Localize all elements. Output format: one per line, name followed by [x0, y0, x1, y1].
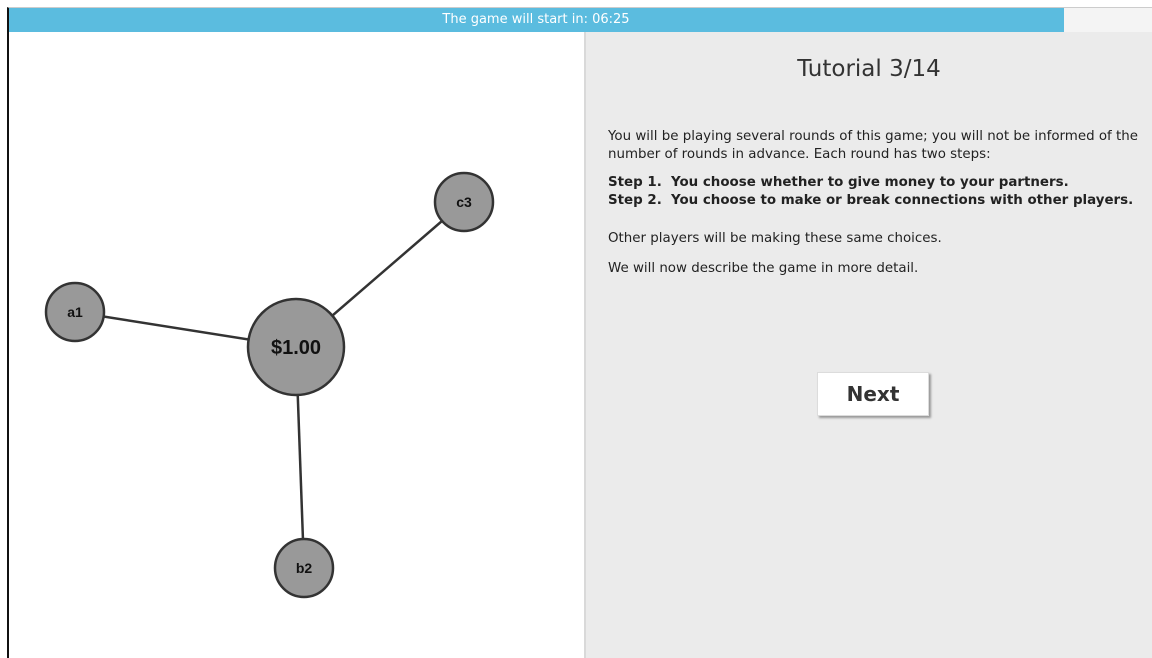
- tutorial-intro: You will be playing several rounds of th…: [608, 129, 1138, 162]
- tutorial-title: Tutorial 3/14: [797, 56, 941, 82]
- tutorial-panel: Tutorial 3/14 You will be playing severa…: [586, 32, 1152, 658]
- step-text: You choose whether to give money to your…: [671, 175, 1069, 190]
- node-a1-label: a1: [67, 304, 83, 320]
- network-graph: $1.00 a1 c3 b2: [9, 32, 584, 658]
- node-center[interactable]: $1.00: [246, 297, 346, 397]
- node-c3[interactable]: c3: [433, 171, 495, 233]
- countdown-bar: The game will start in: 06:25: [9, 8, 1152, 32]
- node-b2[interactable]: b2: [273, 537, 335, 599]
- node-center-label: $1.00: [271, 337, 321, 359]
- step-item: Step 2. You choose to make or break conn…: [608, 192, 1138, 210]
- countdown-text: The game will start in: 06:25: [442, 12, 630, 27]
- tutorial-outro: We will now describe the game in more de…: [608, 261, 919, 276]
- step-number: Step 1.: [608, 175, 662, 190]
- node-a1[interactable]: a1: [44, 281, 106, 343]
- tutorial-body: You will be playing several rounds of th…: [608, 128, 1138, 278]
- tutorial-steps: Step 1. You choose whether to give money…: [608, 174, 1138, 210]
- step-item: Step 1. You choose whether to give money…: [608, 174, 1138, 192]
- node-c3-label: c3: [456, 194, 472, 210]
- step-text: You choose to make or break connections …: [671, 193, 1134, 208]
- network-graph-canvas: $1.00 a1 c3 b2: [44, 171, 495, 599]
- tutorial-note: Other players will be making these same …: [608, 231, 942, 246]
- node-b2-label: b2: [296, 560, 313, 576]
- step-number: Step 2.: [608, 193, 662, 208]
- next-button[interactable]: Next: [817, 372, 929, 416]
